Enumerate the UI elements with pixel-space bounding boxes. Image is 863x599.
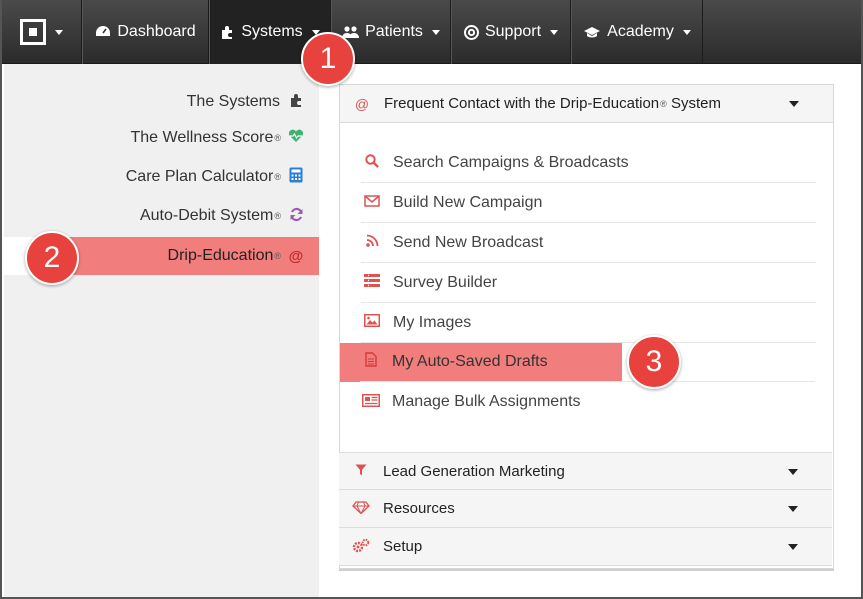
- sidebar-item-label: Care Plan Calculator®: [125, 168, 281, 185]
- sidebar-item-wellness-score[interactable]: The Wellness Score®: [4, 119, 319, 157]
- puzzle-icon: [222, 25, 233, 39]
- nav-support[interactable]: Support: [451, 0, 571, 64]
- sidebar-item-label: The Systems: [186, 93, 280, 110]
- panel-overlay: My Auto-Saved Drafts Manage Bulk Assignm…: [339, 84, 834, 569]
- top-navbar: Dashboard Systems Patients Support Acade…: [2, 0, 861, 64]
- logo-icon: [20, 19, 46, 45]
- diamond-icon: [351, 500, 371, 517]
- menu-item-label: Manage Bulk Assignments: [392, 393, 581, 410]
- nav-academy-label: Academy: [607, 23, 674, 40]
- nav-dashboard-label: Dashboard: [117, 23, 196, 40]
- section-header-lead-generation[interactable]: Lead Generation Marketing: [339, 452, 832, 490]
- sidebar-item-the-systems[interactable]: The Systems: [4, 83, 319, 121]
- menu-item-manage-bulk-assignments[interactable]: Manage Bulk Assignments: [360, 382, 815, 422]
- section-header-resources[interactable]: Resources: [339, 490, 832, 528]
- sidebar-item-auto-debit-system[interactable]: Auto-Debit System®: [4, 197, 319, 235]
- chevron-down-icon: [682, 29, 691, 35]
- sidebar-item-label: Drip-Education®: [167, 247, 281, 264]
- nav-support-label: Support: [484, 23, 542, 40]
- sidebar-item-label: Auto-Debit System®: [139, 207, 281, 224]
- chevron-down-icon: [550, 29, 559, 35]
- puzzle-icon: [287, 93, 305, 112]
- lifebuoy-icon: [463, 24, 479, 40]
- section-header-label: Setup: [383, 538, 423, 555]
- chevron-down-icon: [55, 29, 63, 35]
- sidebar: The Systems The Wellness Score® Care Pla…: [4, 64, 319, 597]
- refresh-icon: [287, 207, 305, 226]
- gears-icon: [351, 538, 371, 556]
- nav-systems-label: Systems: [241, 23, 303, 40]
- section-header-label: Resources: [383, 500, 455, 517]
- nav-academy[interactable]: Academy: [571, 0, 703, 64]
- app-window: Dashboard Systems Patients Support Acade…: [0, 0, 863, 599]
- chevron-down-icon: [431, 29, 440, 35]
- file-icon: [360, 352, 382, 371]
- section-header-label: Lead Generation Marketing: [383, 462, 565, 480]
- calculator-icon: [287, 167, 305, 187]
- at-icon: @: [288, 247, 304, 265]
- nav-patients-label: Patients: [365, 23, 423, 40]
- callout-badge-1: 1: [301, 32, 355, 86]
- dashboard-icon: [96, 26, 111, 36]
- callout-badge-2: 2: [25, 231, 79, 285]
- newspaper-icon: [360, 393, 382, 411]
- menu-item-label: My Auto-Saved Drafts: [392, 352, 548, 370]
- sidebar-item-care-plan-calculator[interactable]: Care Plan Calculator®: [4, 158, 319, 196]
- menu-item-my-auto-saved-drafts[interactable]: My Auto-Saved Drafts: [360, 342, 815, 382]
- nav-dashboard[interactable]: Dashboard: [82, 0, 209, 64]
- callout-badge-3: 3: [627, 335, 681, 389]
- funnel-icon: [351, 463, 371, 479]
- logo-menu-button[interactable]: [2, 0, 82, 64]
- sidebar-item-label: The Wellness Score®: [130, 129, 281, 146]
- heartbeat-icon: [287, 129, 305, 147]
- caret-down-icon: [788, 506, 798, 512]
- caret-down-icon: [788, 544, 798, 550]
- graduation-cap-icon: [584, 26, 601, 37]
- caret-down-icon: [788, 469, 798, 475]
- section-header-setup[interactable]: Setup: [339, 528, 832, 566]
